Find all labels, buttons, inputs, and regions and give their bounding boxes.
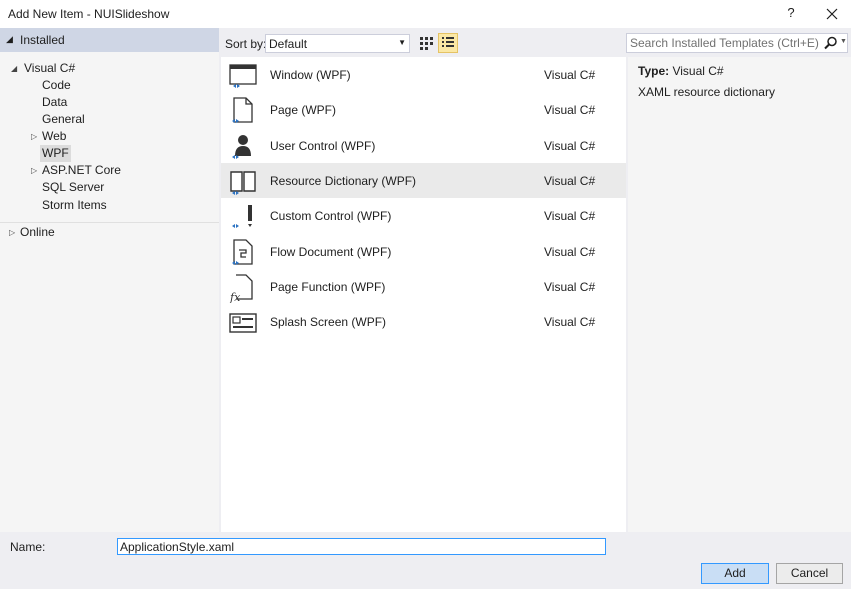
custom-control-icon [232, 205, 252, 228]
template-language: Visual C# [544, 68, 596, 82]
close-icon [826, 8, 838, 20]
type-value: Visual C# [672, 64, 724, 78]
tree-item-label: WPF [42, 146, 69, 160]
user-control-icon [232, 135, 251, 159]
grid-view-icon [420, 37, 433, 50]
template-row[interactable]: Resource Dictionary (WPF) Visual C# [221, 163, 626, 198]
template-row[interactable]: Splash Screen (WPF) Visual C# [221, 304, 626, 339]
category-tree [0, 28, 219, 532]
tree-item-web[interactable]: ▷ Web [31, 128, 67, 145]
add-button[interactable]: Add [701, 563, 769, 584]
chevron-down-icon[interactable]: ▼ [840, 38, 847, 45]
tree-item-online[interactable]: ▷ Online [9, 224, 55, 241]
template-row[interactable]: Window (WPF) Visual C# [221, 57, 626, 92]
expand-arrow-icon: ▷ [31, 132, 38, 141]
template-language: Visual C# [544, 315, 596, 329]
template-language: Visual C# [544, 174, 596, 188]
template-row[interactable]: User Control (WPF) Visual C# [221, 128, 626, 163]
details-type: Type: Visual C# [638, 64, 724, 78]
details-pane [628, 57, 851, 532]
tree-item-wpf[interactable]: WPF [40, 145, 71, 162]
expand-arrow-icon: ▷ [31, 166, 38, 175]
tree-item-label: Online [20, 225, 55, 239]
search-icon [824, 36, 837, 50]
tree-item-label: Data [42, 95, 68, 109]
cancel-button[interactable]: Cancel [776, 563, 843, 584]
collapse-arrow-icon: ◢ [11, 64, 18, 73]
sort-by-select[interactable]: Default ▼ [265, 34, 410, 53]
expand-arrow-icon: ▷ [9, 228, 16, 237]
template-name: Resource Dictionary (WPF) [270, 174, 417, 188]
tree-item-visual-csharp[interactable]: ◢ Visual C# [11, 60, 76, 77]
template-name: Custom Control (WPF) [270, 209, 392, 223]
template-language: Visual C# [544, 103, 596, 117]
help-button[interactable]: ? [782, 4, 800, 22]
template-name: Window (WPF) [270, 68, 351, 82]
template-name: Page Function (WPF) [270, 280, 386, 294]
tree-item-aspnet-core[interactable]: ▷ ASP.NET Core [31, 162, 121, 179]
tree-item-sql-server[interactable]: SQL Server [42, 179, 104, 196]
tree-item-label: General [42, 112, 85, 126]
view-list-button[interactable] [438, 33, 458, 53]
template-row[interactable]: Custom Control (WPF) Visual C# [221, 198, 626, 233]
tree-item-label: Storm Items [42, 198, 107, 212]
search-input[interactable] [630, 36, 820, 50]
template-language: Visual C# [544, 139, 596, 153]
page-function-icon: fx [229, 274, 253, 303]
title-bar: Add New Item - NUISlideshow ? [0, 0, 851, 28]
flow-document-icon [232, 239, 253, 265]
tree-item-general[interactable]: General [42, 111, 85, 128]
sort-by-label: Sort by: [225, 37, 267, 51]
divider [0, 222, 219, 223]
tree-header-label: Installed [20, 33, 65, 47]
tree-item-label: SQL Server [42, 180, 105, 194]
template-name: Flow Document (WPF) [270, 245, 392, 259]
view-small-icons-button[interactable] [416, 33, 436, 53]
tree-item-label: Web [42, 129, 67, 143]
name-label: Name: [10, 540, 46, 554]
type-label: Type: [638, 64, 670, 78]
tree-item-label: Visual C# [24, 61, 76, 75]
template-row[interactable]: fx Page Function (WPF) Visual C# [221, 269, 626, 304]
template-name: User Control (WPF) [270, 139, 376, 153]
close-button[interactable] [822, 4, 842, 24]
tree-item-data[interactable]: Data [42, 94, 67, 111]
tree-item-code[interactable]: Code [42, 77, 71, 94]
tree-item-label: ASP.NET Core [42, 163, 121, 177]
template-row[interactable]: Flow Document (WPF) Visual C# [221, 234, 626, 269]
list-view-icon [442, 37, 454, 47]
template-language: Visual C# [544, 209, 596, 223]
template-language: Visual C# [544, 245, 596, 259]
window-icon [229, 64, 257, 88]
template-row[interactable]: Page (WPF) Visual C# [221, 92, 626, 127]
tree-header-installed[interactable]: ◢ Installed [0, 28, 219, 52]
tree-item-storm-items[interactable]: Storm Items [42, 197, 107, 214]
window-title: Add New Item - NUISlideshow [8, 7, 170, 21]
details-description: XAML resource dictionary [638, 85, 775, 99]
template-name: Page (WPF) [270, 103, 337, 117]
template-language: Visual C# [544, 280, 596, 294]
collapse-arrow-icon: ◢ [6, 34, 13, 44]
name-input[interactable] [117, 538, 606, 555]
search-box[interactable]: ▼ [626, 33, 848, 53]
book-icon [230, 171, 256, 195]
template-name: Splash Screen (WPF) [270, 315, 387, 329]
svg-text:fx: fx [229, 291, 241, 303]
tree-item-label: Code [42, 78, 71, 92]
sort-by-value: Default [269, 37, 308, 51]
page-icon [232, 97, 253, 123]
splash-screen-icon [229, 313, 257, 333]
chevron-down-icon: ▼ [398, 38, 406, 47]
